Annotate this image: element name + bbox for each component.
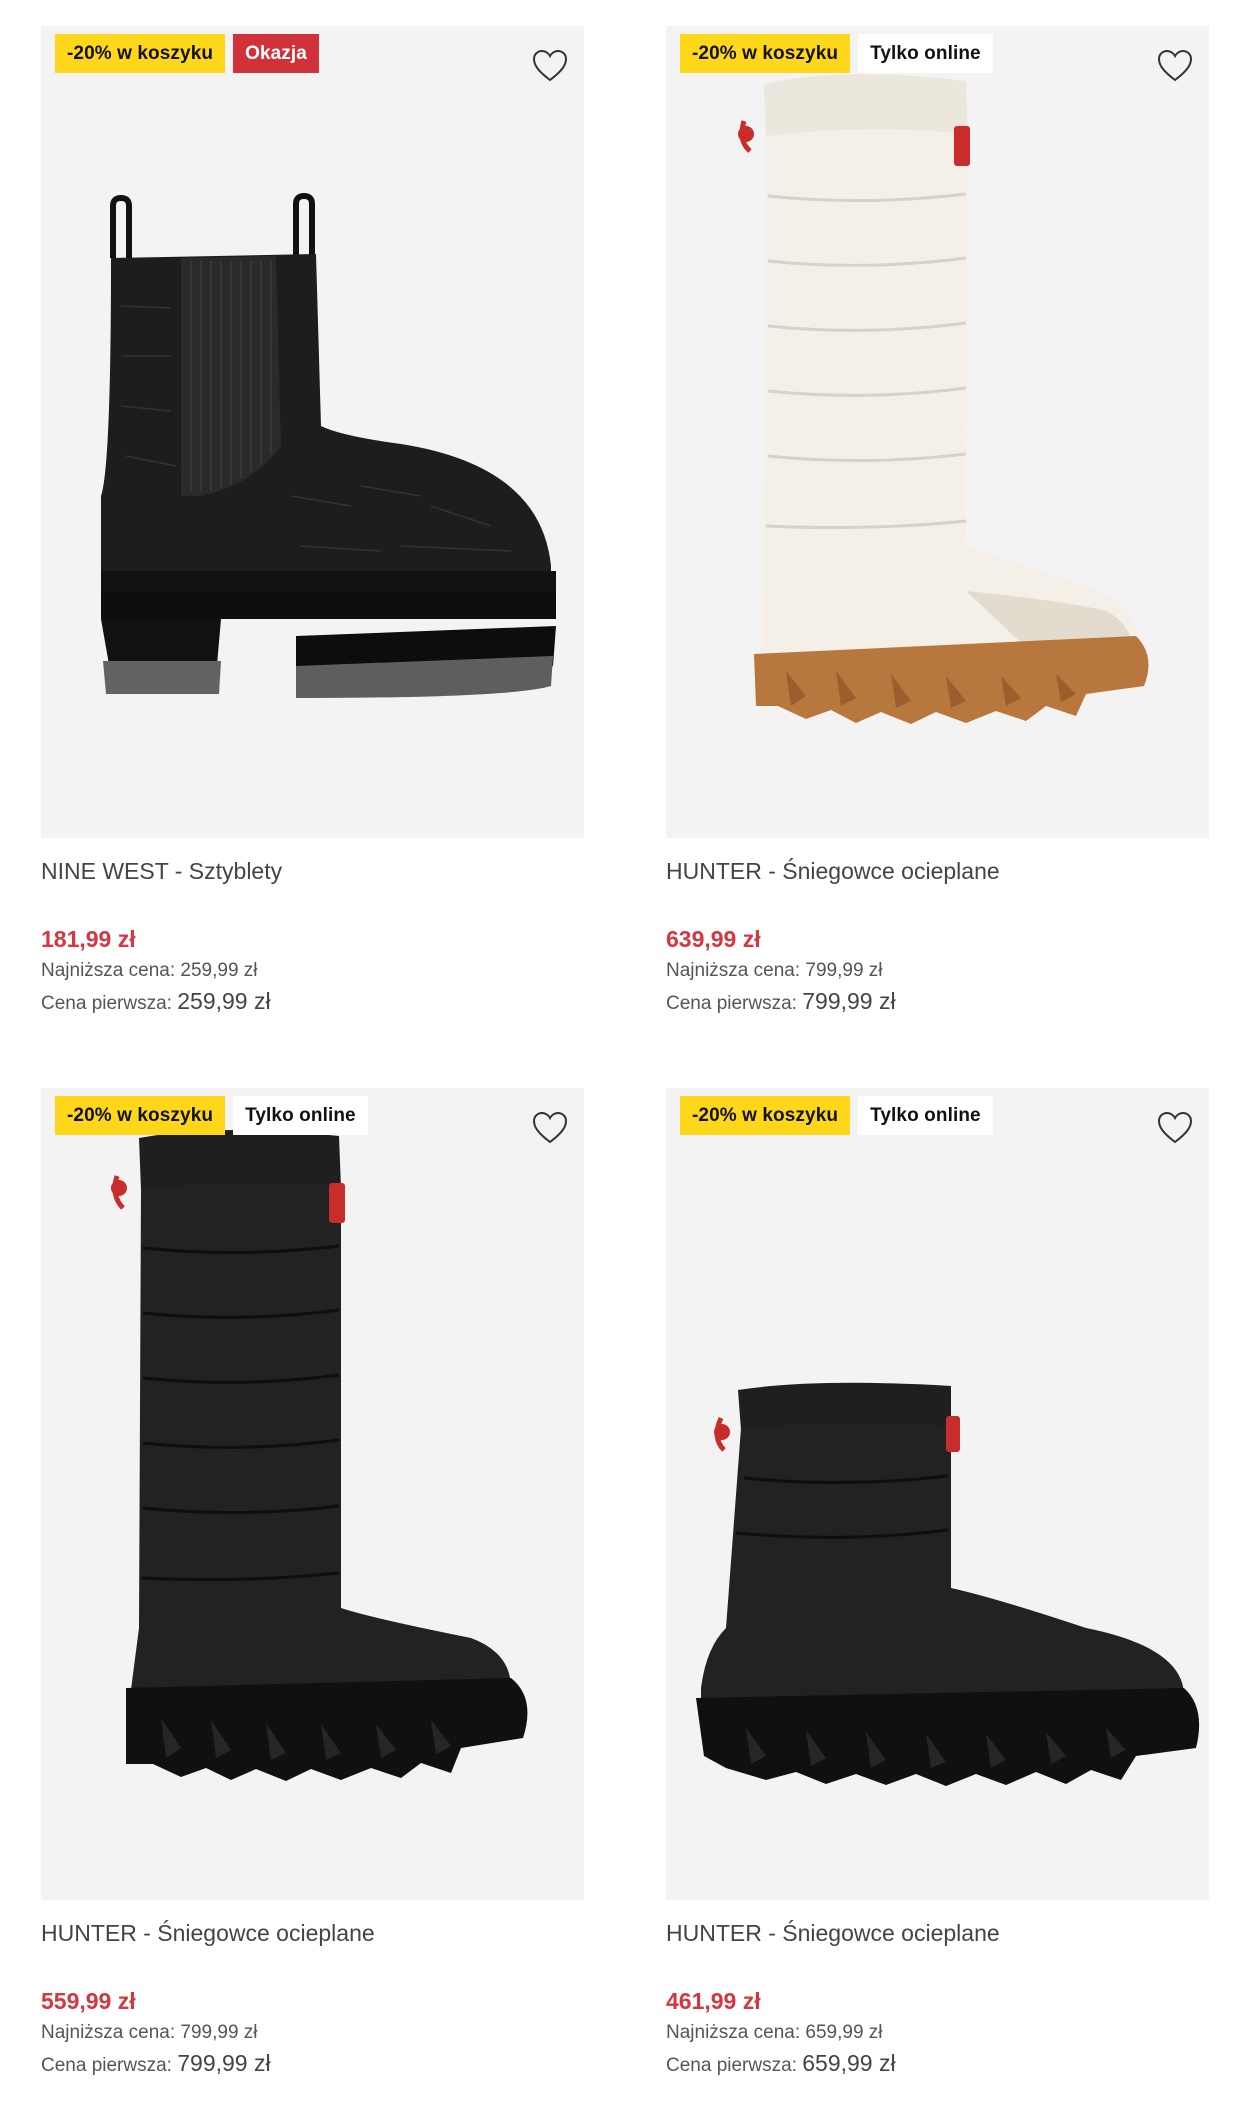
product-image[interactable]: -20% w koszyku Tylko online (41, 1088, 584, 1900)
badge-group: -20% w koszyku Okazja (55, 34, 319, 73)
black-tall-snow-boot-image (111, 1129, 528, 1781)
online-only-badge: Tylko online (858, 1096, 993, 1135)
badge-group: -20% w koszyku Tylko online (680, 34, 993, 73)
cream-tall-snow-boot-image (738, 74, 1149, 724)
first-price-label: Cena pierwsza: (666, 993, 797, 1014)
product-card[interactable]: -20% w koszyku Okazja NINE WEST - Sztybl… (41, 26, 584, 1019)
lowest-price: Najniższa cena: 259,99 zł (41, 956, 584, 986)
favorite-button[interactable] (1153, 44, 1197, 88)
first-price-value: 659,99 zł (802, 2050, 896, 2076)
heart-outline-icon (1157, 49, 1193, 82)
first-price: Cena pierwsza: 799,99 zł (666, 986, 1209, 1019)
product-card[interactable]: -20% w koszyku Tylko online HUNTER - Śni… (666, 26, 1209, 1019)
lowest-price-label: Najniższa cena: (41, 960, 176, 981)
deal-badge: Okazja (233, 34, 319, 73)
first-price-value: 799,99 zł (802, 988, 896, 1014)
lowest-price-value: 259,99 zł (180, 960, 258, 981)
product-image[interactable]: -20% w koszyku Okazja (41, 26, 584, 838)
product-card[interactable]: -20% w koszyku Tylko online HUNTER - Śni… (41, 1088, 584, 2081)
lowest-price: Najniższa cena: 799,99 zł (666, 956, 1209, 986)
first-price: Cena pierwsza: 259,99 zł (41, 986, 584, 1019)
promo-badge: -20% w koszyku (680, 34, 851, 73)
heart-outline-icon (532, 1111, 568, 1144)
promo-badge: -20% w koszyku (680, 1096, 851, 1135)
favorite-button[interactable] (1153, 1106, 1197, 1150)
lowest-price-label: Najniższa cena: (41, 2022, 176, 2043)
product-price: 461,99 zł (666, 1988, 761, 2014)
heart-outline-icon (532, 49, 568, 82)
lowest-price-label: Najniższa cena: (666, 2022, 801, 2043)
online-only-badge: Tylko online (233, 1096, 368, 1135)
first-price-value: 259,99 zł (177, 988, 271, 1014)
lowest-price-value: 659,99 zł (805, 2022, 883, 2043)
product-price: 639,99 zł (666, 926, 761, 952)
first-price-label: Cena pierwsza: (41, 993, 172, 1014)
promo-badge: -20% w koszyku (55, 34, 226, 73)
product-card[interactable]: -20% w koszyku Tylko online HUNTER - Śni… (666, 1088, 1209, 2081)
first-price-label: Cena pierwsza: (41, 2055, 172, 2076)
product-title[interactable]: HUNTER - Śniegowce ocieplane (41, 1916, 584, 1950)
lowest-price: Najniższa cena: 659,99 zł (666, 2018, 1209, 2048)
online-only-badge: Tylko online (858, 34, 993, 73)
product-image[interactable]: -20% w koszyku Tylko online (666, 26, 1209, 838)
heart-outline-icon (1157, 1111, 1193, 1144)
product-title[interactable]: HUNTER - Śniegowce ocieplane (666, 1916, 1209, 1950)
product-price: 559,99 zł (41, 1988, 136, 2014)
lowest-price-value: 799,99 zł (180, 2022, 258, 2043)
badge-group: -20% w koszyku Tylko online (55, 1096, 368, 1135)
badge-group: -20% w koszyku Tylko online (680, 1096, 993, 1135)
promo-badge: -20% w koszyku (55, 1096, 226, 1135)
lowest-price: Najniższa cena: 799,99 zł (41, 2018, 584, 2048)
product-title[interactable]: NINE WEST - Sztyblety (41, 854, 584, 888)
product-price: 181,99 zł (41, 926, 136, 952)
first-price: Cena pierwsza: 659,99 zł (666, 2048, 1209, 2081)
first-price-label: Cena pierwsza: (666, 2055, 797, 2076)
black-chelsea-boot-image (101, 192, 556, 698)
favorite-button[interactable] (528, 44, 572, 88)
lowest-price-label: Najniższa cena: (666, 960, 801, 981)
first-price: Cena pierwsza: 799,99 zł (41, 2048, 584, 2081)
product-title[interactable]: HUNTER - Śniegowce ocieplane (666, 854, 1209, 888)
first-price-value: 799,99 zł (177, 2050, 271, 2076)
black-short-snow-boot-image (696, 1382, 1200, 1786)
lowest-price-value: 799,99 zł (805, 960, 883, 981)
product-image[interactable]: -20% w koszyku Tylko online (666, 1088, 1209, 1900)
favorite-button[interactable] (528, 1106, 572, 1150)
